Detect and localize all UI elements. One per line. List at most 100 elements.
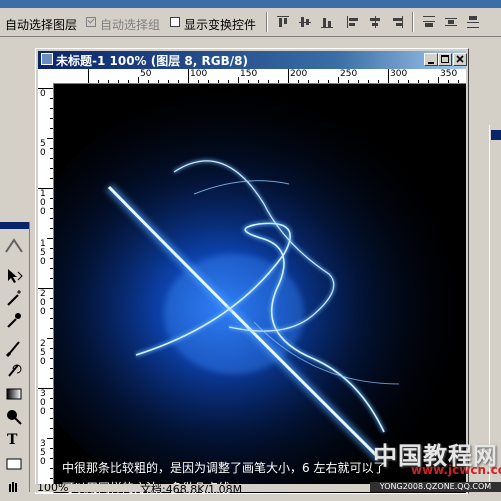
move-tool[interactable]	[4, 266, 24, 286]
document-title: 未标题-1 100% (图层 8, RGB/8)	[56, 54, 248, 68]
ruler-tick	[88, 69, 89, 83]
toolbox-titlebar[interactable]	[0, 222, 29, 229]
shape-tool[interactable]	[4, 454, 24, 474]
document-window[interactable]: 未标题-1 100% (图层 8, RGB/8) 50 100 150 200 250 3…	[35, 48, 469, 494]
ruler-tick	[398, 80, 399, 83]
ruler-tick	[218, 80, 219, 83]
ruler-h-label: 300	[390, 69, 408, 79]
maximize-button[interactable]	[438, 53, 452, 66]
horizontal-ruler[interactable]: 50 100 150 200 250 300 350	[54, 69, 466, 84]
hand-tool[interactable]	[4, 478, 24, 498]
ruler-tick	[50, 468, 53, 469]
ruler-tick	[238, 77, 239, 83]
ruler-tick	[188, 69, 189, 83]
auto-select-layer-label[interactable]: 自动选择图层	[5, 16, 77, 33]
options-separator	[266, 12, 268, 32]
ruler-tick	[50, 228, 53, 229]
ruler-tick	[50, 148, 53, 149]
ruler-tick	[50, 298, 53, 299]
ruler-tick	[378, 80, 379, 83]
gradient-tool[interactable]	[4, 384, 24, 404]
brush-tool[interactable]	[4, 338, 24, 358]
ruler-tick	[50, 328, 53, 329]
show-transform-controls-label[interactable]: 显示变换控件	[184, 16, 256, 33]
ruler-tick	[50, 448, 53, 449]
ruler-tick	[118, 80, 119, 83]
ruler-tick	[47, 238, 53, 239]
align-bottom-icon[interactable]	[319, 14, 335, 30]
close-button[interactable]	[453, 53, 467, 66]
image-canvas[interactable]: 可以用同样的方法，多做几点线	[54, 84, 466, 493]
vertical-ruler[interactable]: 0 50 100 150 200 250 300 350	[38, 83, 54, 493]
align-top-icon[interactable]	[275, 14, 291, 30]
ruler-tick	[368, 80, 369, 83]
ruler-origin[interactable]	[38, 69, 54, 83]
caption-line-2: 中很那条比较粗的，是因为调整了画笔大小，6 左右就可以了	[62, 461, 386, 475]
ruler-tick	[178, 80, 179, 83]
ruler-tick	[358, 80, 359, 83]
ruler-tick	[288, 69, 289, 83]
ruler-tick	[108, 80, 109, 83]
distribute-center-icon[interactable]	[443, 14, 459, 30]
toolbox: T	[0, 222, 30, 492]
document-size-info: 文档:468.8K/1.08M	[140, 484, 243, 492]
minimize-button[interactable]	[424, 53, 438, 66]
eyedropper-tool[interactable]	[4, 310, 24, 330]
ruler-h-label: 250	[340, 69, 358, 79]
ruler-tick	[428, 80, 429, 83]
ruler-tick	[408, 80, 409, 83]
ruler-v-label: 300	[40, 389, 46, 417]
align-vertical-center-icon[interactable]	[297, 14, 313, 30]
logo-icon	[4, 236, 24, 256]
rectangle-shape-icon	[6, 458, 22, 470]
ruler-h-label: 150	[240, 69, 258, 79]
ruler-tick	[50, 348, 53, 349]
ruler-tick	[50, 208, 53, 209]
ruler-tick	[338, 77, 339, 83]
ruler-tick	[258, 80, 259, 83]
watermark-author: YONG2008.QZONE.QQ.COM	[370, 482, 501, 492]
align-right-icon[interactable]	[389, 14, 405, 30]
ruler-tick	[308, 80, 309, 83]
zoom-level[interactable]: 100%	[37, 484, 68, 492]
ruler-v-label: 200	[40, 289, 46, 317]
ruler-tick	[328, 80, 329, 83]
move-icon	[8, 269, 23, 283]
show-transform-controls-checkbox[interactable]	[170, 17, 180, 27]
align-horizontal-center-icon[interactable]	[367, 14, 383, 30]
eyedropper-icon	[7, 313, 21, 328]
brush-icon	[5, 341, 20, 358]
ruler-tick	[38, 388, 53, 389]
right-panel-titlebar[interactable]	[491, 130, 501, 140]
ruler-tick	[268, 80, 269, 83]
ruler-h-label: 100	[190, 69, 208, 79]
ruler-tick	[198, 80, 199, 83]
ruler-tick	[50, 418, 53, 419]
ruler-tick	[208, 80, 209, 83]
align-left-icon[interactable]	[345, 14, 361, 30]
document-icon	[41, 53, 53, 65]
light-streak-artwork	[54, 84, 466, 493]
ruler-tick	[50, 398, 53, 399]
ruler-tick	[418, 80, 419, 83]
ruler-tick	[50, 378, 53, 379]
magic-wand-icon	[7, 290, 21, 306]
ruler-tick	[318, 80, 319, 83]
distribute-bottom-icon[interactable]	[465, 14, 481, 30]
ruler-tick	[50, 218, 53, 219]
ruler-tick	[38, 188, 53, 189]
menu-bar	[0, 0, 501, 8]
ruler-tick	[50, 408, 53, 409]
type-tool[interactable]: T	[4, 430, 24, 450]
history-brush-tool[interactable]	[4, 360, 24, 380]
document-titlebar[interactable]: 未标题-1 100% (图层 8, RGB/8)	[38, 51, 467, 69]
distribute-top-icon[interactable]	[421, 14, 437, 30]
ruler-v-label: 100	[40, 189, 46, 217]
ruler-tick	[298, 80, 299, 83]
ruler-tick	[278, 80, 279, 83]
options-separator-2	[412, 12, 414, 32]
magic-wand-tool[interactable]	[4, 288, 24, 308]
burn-tool[interactable]	[4, 406, 24, 426]
ruler-v-label: 50	[40, 139, 46, 158]
ruler-tick	[448, 80, 449, 83]
